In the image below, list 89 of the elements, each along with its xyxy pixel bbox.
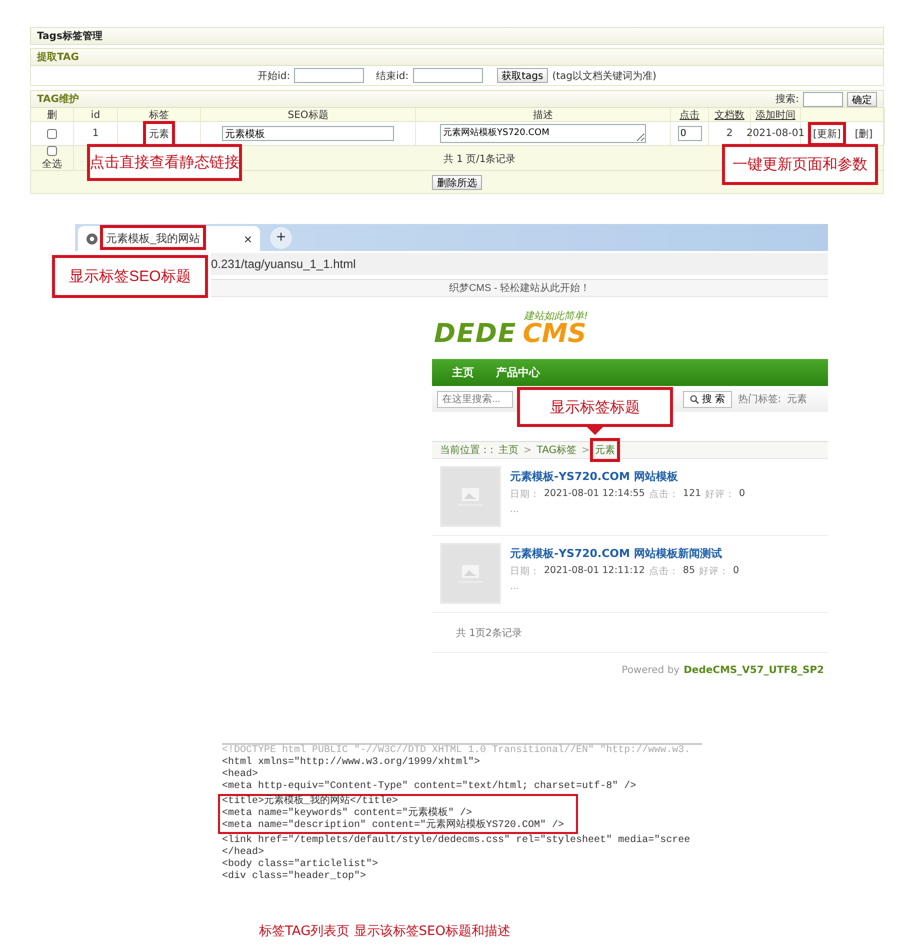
- tag-link[interactable]: 元素: [149, 126, 169, 140]
- select-all-checkbox[interactable]: [47, 146, 57, 156]
- delete-selected-button[interactable]: 删除所选: [432, 174, 482, 190]
- search-field[interactable]: [803, 92, 843, 106]
- column-header: 删: [47, 109, 57, 122]
- address-bar[interactable]: 0.231/tag/yuansu_1_1.html: [211, 253, 828, 275]
- column-header: id: [90, 110, 100, 120]
- column-header[interactable]: 文档数: [714, 108, 744, 122]
- field-label: 结束id:: [376, 70, 409, 82]
- article-summary: ...: [510, 582, 520, 592]
- breadcrumb-separator: >: [523, 444, 532, 456]
- hot-tag-link[interactable]: 元素: [787, 392, 808, 406]
- meta-value: 85: [682, 565, 695, 578]
- meta-value: 0: [733, 565, 740, 578]
- column-header: 描述: [533, 108, 553, 122]
- meta-value: 2021-08-01 12:14:55: [544, 488, 645, 501]
- meta-label: 点击：: [648, 565, 679, 578]
- article-summary: ...: [510, 505, 520, 515]
- table-cell: 1: [92, 128, 99, 139]
- table-cell: 2: [726, 128, 733, 139]
- breadcrumb-label: 当前位置：:: [440, 444, 494, 457]
- meta-label: 点击：: [648, 488, 679, 501]
- callout-pointer: [587, 427, 603, 435]
- checkbox-label: 全选: [42, 158, 62, 171]
- powered-link[interactable]: DedeCMS_V57_UTF8_SP2: [684, 664, 824, 676]
- meta-value: 0: [739, 488, 746, 501]
- column-header: 标签: [149, 108, 169, 122]
- code-line: <html xmlns="http://www.w3.org/1999/xhtml">: [222, 758, 480, 768]
- pager-text: 共 1 页/1条记录: [443, 152, 516, 166]
- search-icon: [690, 394, 699, 404]
- code-line: <meta name="description" content="元素网站模板YS720.COM" />: [222, 821, 566, 831]
- column-header[interactable]: 添加时间: [756, 108, 796, 122]
- input-field[interactable]: [294, 68, 364, 83]
- code-line: <meta http-equiv="Content-Type" content="text/html; charset=utf-8" />: [222, 782, 636, 792]
- caption-text: 标签TAG列表页 显示该标签SEO标题和描述: [259, 923, 512, 940]
- new-tab-button[interactable]: +: [270, 227, 292, 249]
- code-line: <meta name="keywords" content="元素模板" />: [222, 809, 472, 819]
- code-line: <link href="/templets/default/style/dedecms.css" rel="stylesheet" media="scree: [222, 836, 690, 846]
- article-title-link[interactable]: 元素模板-YS720.COM 网站模板新闻测试: [510, 546, 740, 561]
- meta-label: 日期：: [510, 488, 540, 501]
- search-label: 搜索:: [776, 92, 799, 106]
- hint-text: (tag以文档关键词为准): [552, 70, 656, 82]
- code-line: <title>元素模板_我的网站</title>: [222, 797, 400, 807]
- code-line: <div class="header_top">: [222, 872, 366, 882]
- seo-title-field[interactable]: 元素模板: [222, 126, 394, 141]
- meta-value: 121: [682, 488, 702, 501]
- logo: DEDE CMS 建站如此简单!: [433, 310, 590, 351]
- pager-text: 共 1页2条记录: [456, 626, 522, 640]
- fetch-button[interactable]: 获取tags: [496, 68, 548, 83]
- breadcrumb-link[interactable]: TAG标签: [536, 443, 577, 457]
- section-title: 提取TAG: [37, 50, 79, 64]
- nav-link[interactable]: 主页: [452, 365, 474, 380]
- breadcrumb-link[interactable]: 主页: [498, 443, 518, 457]
- code-line: <!DOCTYPE html PUBLIC "-//W3C//DTD XHTML 1.0 Transitional//EN" "http://www.w3.: [222, 746, 690, 756]
- column-header[interactable]: 点击: [680, 108, 700, 122]
- search-button[interactable]: 搜 索: [683, 390, 732, 408]
- callout-label: 一键更新页面和参数: [722, 144, 878, 185]
- close-button[interactable]: ×: [244, 230, 252, 246]
- panel-title: Tags标签管理: [37, 30, 102, 43]
- meta-label: 好评：: [705, 488, 736, 501]
- confirm-button[interactable]: 确定: [847, 92, 877, 106]
- field-label: 开始id:: [258, 70, 290, 82]
- section-title: TAG维护: [37, 92, 79, 106]
- code-line: <head>: [222, 770, 258, 780]
- meta-label: 好评：: [699, 565, 729, 578]
- callout-label: 显示标签标题: [517, 387, 673, 427]
- code-line: </head>: [222, 848, 264, 858]
- table-cell: 2021-08-01: [746, 128, 805, 139]
- description-field[interactable]: 元素网站模板YS720.COM: [440, 124, 646, 143]
- breadcrumb-separator: >: [582, 444, 590, 456]
- meta-value: 2021-08-01 12:11:12: [544, 565, 645, 578]
- powered-label: Powered by: [622, 664, 680, 676]
- breadcrumb-link[interactable]: 元素: [594, 443, 615, 457]
- clicks-field[interactable]: 0: [678, 126, 702, 141]
- search-field[interactable]: 在这里搜索...: [437, 390, 513, 408]
- callout-label: 点击直接查看静态链接: [87, 144, 242, 181]
- article-title-link[interactable]: 元素模板-YS720.COM 网站模板: [510, 469, 746, 484]
- column-header: SEO标题: [288, 108, 328, 122]
- code-line: <body class="articlelist">: [222, 860, 378, 870]
- nav-link[interactable]: 产品中心: [496, 365, 540, 380]
- banner-text: 织梦CMS - 轻松建站从此开始！: [448, 282, 590, 295]
- input-field[interactable]: [412, 68, 483, 83]
- highlight-frame: [590, 438, 620, 462]
- update-link[interactable]: [更新]: [813, 126, 841, 140]
- hot-tags-label: 热门标签:: [738, 392, 782, 406]
- row-checkbox[interactable]: [47, 128, 57, 138]
- meta-label: 日期：: [510, 565, 540, 578]
- callout-label: 显示标签SEO标题: [52, 255, 208, 298]
- delete-link[interactable]: [删]: [854, 126, 873, 140]
